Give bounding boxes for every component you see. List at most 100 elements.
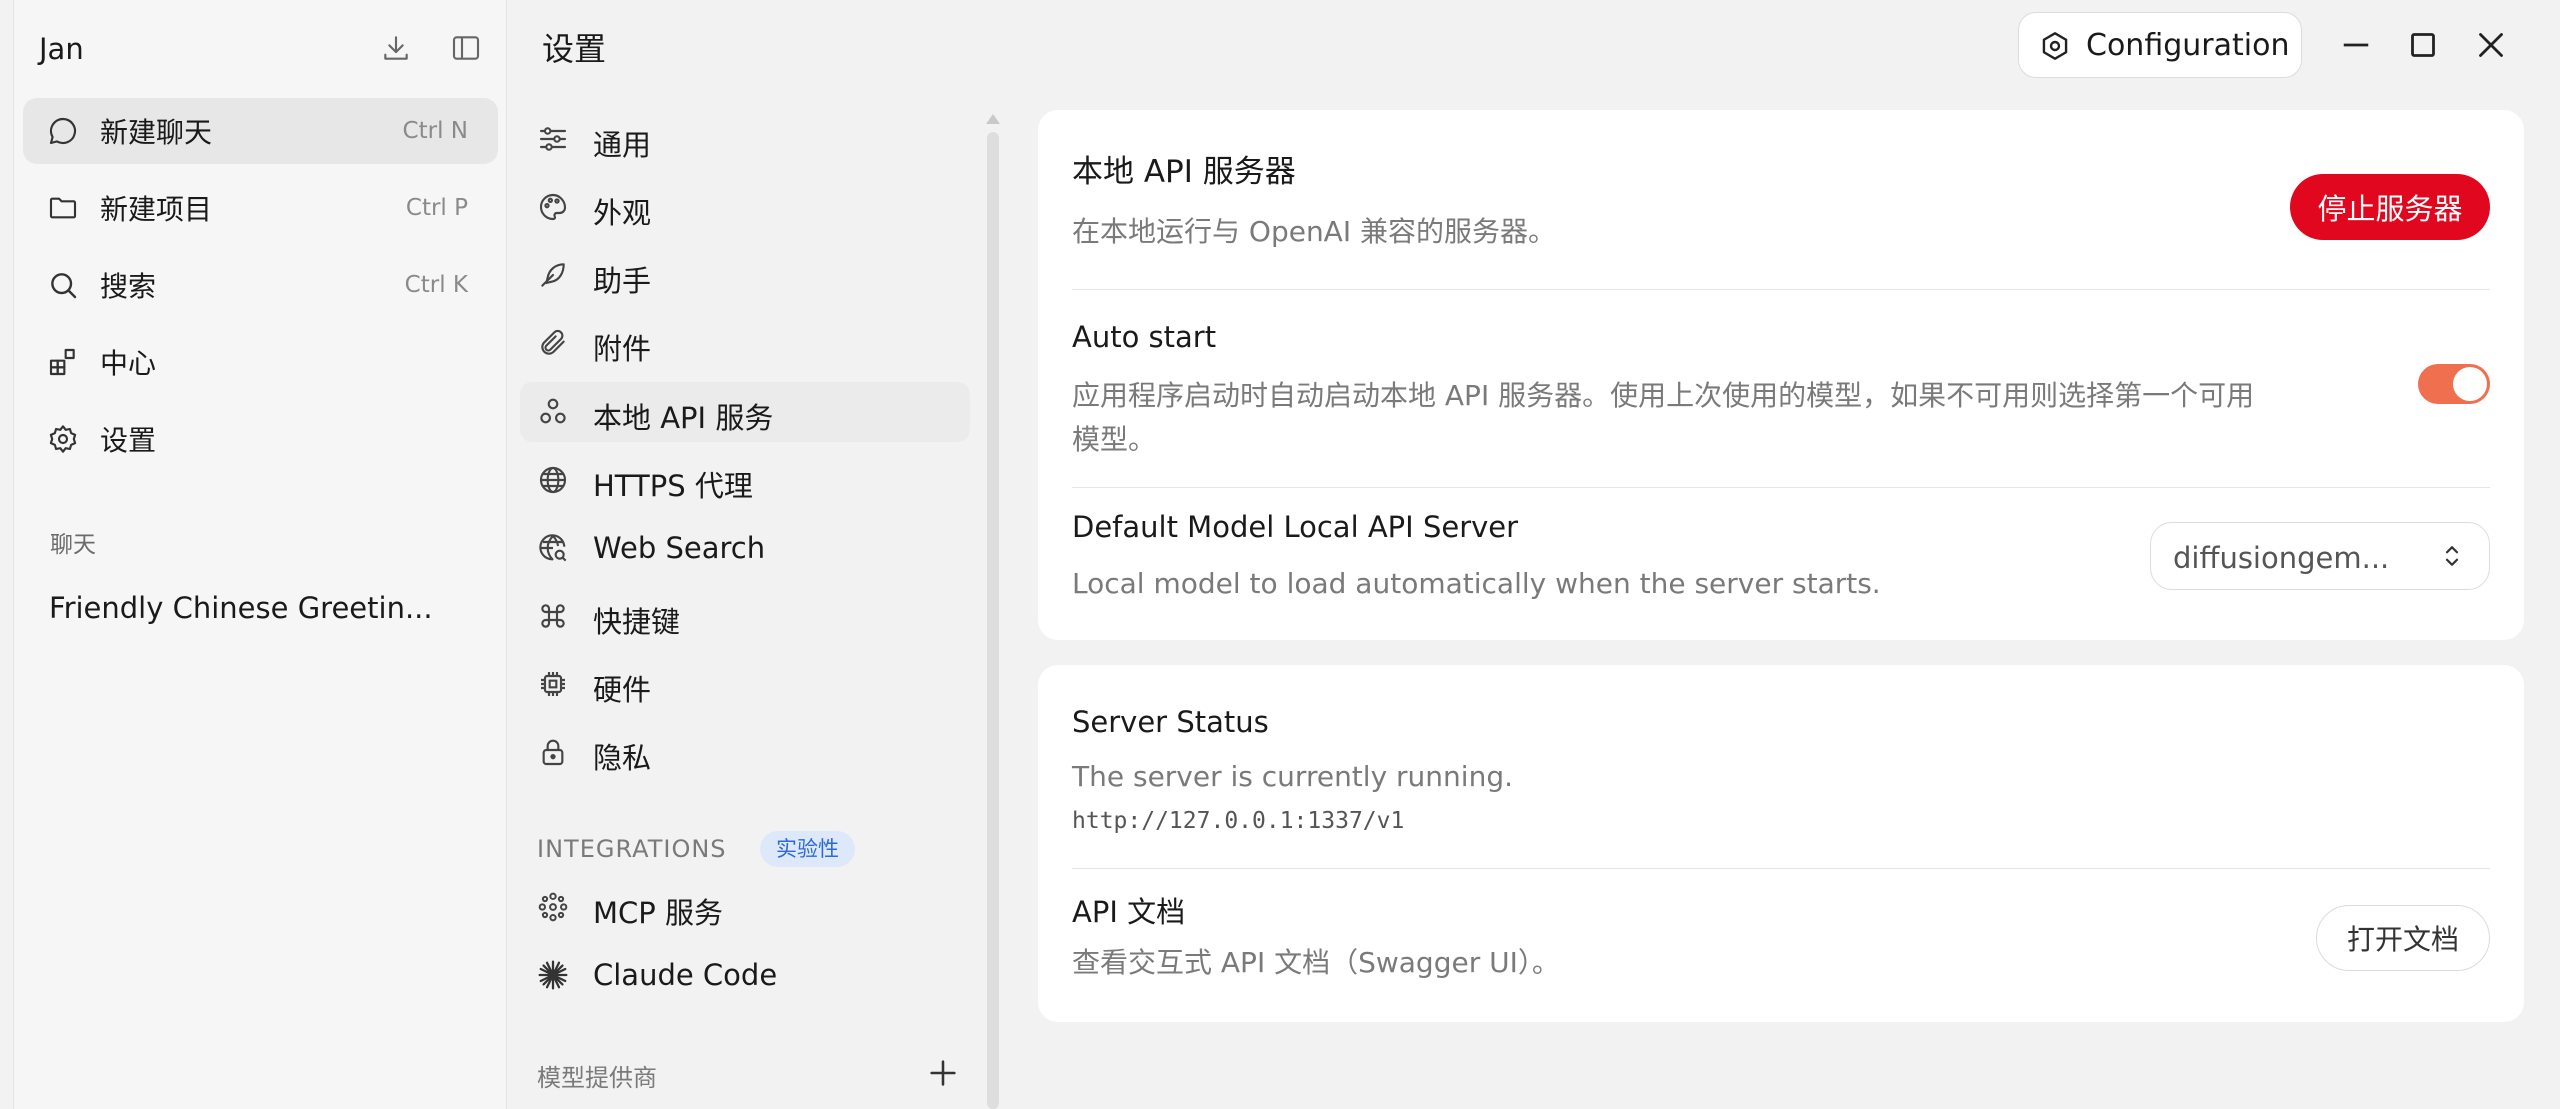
palette-icon [539, 193, 567, 221]
chat-bubble-icon [49, 117, 77, 145]
download-button[interactable] [374, 26, 418, 70]
menu-label: HTTPS 代理 [593, 469, 753, 503]
local-api-description: 在本地运行与 OpenAI 兼容的服务器。 [1072, 215, 1556, 248]
shortcut-hint: Ctrl P [405, 195, 468, 221]
chat-list-item[interactable]: Friendly Chinese Greetin... [49, 591, 433, 625]
lock-icon [542, 739, 564, 766]
gear-icon [49, 425, 77, 453]
globe-search-icon [539, 534, 567, 562]
nav-settings[interactable]: 设置 [23, 406, 498, 472]
menu-label: 隐私 [593, 741, 652, 775]
menu-label: 硬件 [593, 673, 652, 707]
divider [1072, 487, 2490, 488]
integrations-heading: INTEGRATIONS [537, 835, 727, 863]
configuration-label: Configuration [2086, 28, 2290, 63]
menu-item-shortcuts[interactable]: 快捷键 [520, 586, 970, 646]
paperclip-icon [541, 329, 565, 355]
nav-label: 新建项目 [100, 193, 213, 226]
auto-start-toggle[interactable] [2418, 364, 2490, 404]
menu-item-hardware[interactable]: 硬件 [520, 654, 970, 714]
menu-item-web-search[interactable]: Web Search [520, 518, 970, 578]
menu-label: Web Search [593, 531, 766, 565]
maximize-icon[interactable] [2402, 24, 2444, 66]
nav-label: 设置 [100, 424, 157, 457]
auto-start-description-cont: 模型。 [1072, 423, 1157, 456]
sidebar: Jan 新建聊天 Ctrl N 新建项目 Ctrl P 搜索 Ctrl K 中心… [13, 0, 507, 1109]
grid-hub-icon [49, 348, 75, 376]
app-name: Jan [39, 32, 84, 66]
hexagon-settings-icon [2042, 32, 2068, 60]
nav-label: 新建聊天 [100, 116, 213, 149]
local-api-server-card: 本地 API 服务器 在本地运行与 OpenAI 兼容的服务器。 停止服务器 A… [1038, 110, 2524, 640]
menu-item-general[interactable]: 通用 [520, 109, 970, 169]
close-icon[interactable] [2470, 24, 2512, 66]
app-window: Jan 新建聊天 Ctrl N 新建项目 Ctrl P 搜索 Ctrl K 中心… [0, 0, 2560, 1109]
menu-item-claude-code[interactable]: Claude Code [520, 945, 970, 1005]
menu-item-https-proxy[interactable]: HTTPS 代理 [520, 450, 970, 510]
menu-label: Claude Code [593, 958, 778, 992]
server-url: http://127.0.0.1:1337/v1 [1072, 808, 1405, 834]
nav-hub[interactable]: 中心 [23, 329, 498, 395]
menu-item-privacy[interactable]: 隐私 [520, 722, 970, 782]
local-api-title: 本地 API 服务器 [1072, 154, 1296, 190]
menu-label: 本地 API 服务 [593, 401, 774, 435]
search-icon [51, 273, 77, 299]
feather-icon [541, 263, 565, 287]
nav-label: 中心 [100, 347, 157, 380]
providers-heading: 模型提供商 [537, 1064, 657, 1092]
toggle-sidebar-button[interactable] [444, 26, 488, 70]
chevron-up-down-icon [2445, 546, 2459, 566]
menu-item-local-api[interactable]: 本地 API 服务 [520, 382, 970, 442]
nodes-icon [540, 398, 566, 424]
add-provider-icon[interactable] [926, 1056, 960, 1090]
selected-model: diffusiongem... [2173, 541, 2390, 575]
claude-star-icon [538, 960, 568, 990]
server-status-description: The server is currently running. [1072, 760, 1513, 793]
server-status-card: Server Status The server is currently ru… [1038, 665, 2524, 1022]
auto-start-title: Auto start [1072, 320, 1217, 354]
default-model-select[interactable]: diffusiongem... [2150, 522, 2490, 590]
default-model-description: Local model to load automatically when t… [1072, 567, 1881, 600]
menu-label: 快捷键 [593, 605, 681, 639]
default-model-title: Default Model Local API Server [1072, 510, 1519, 544]
stop-server-button[interactable]: 停止服务器 [2290, 174, 2490, 240]
scroll-up-arrow[interactable] [986, 114, 1000, 124]
toggle-knob [2453, 367, 2487, 401]
api-docs-description: 查看交互式 API 文档（Swagger UI）。 [1072, 946, 1560, 979]
globe-icon [539, 466, 567, 494]
configuration-button[interactable]: Configuration [2018, 12, 2302, 78]
api-docs-title: API 文档 [1072, 895, 1186, 929]
shortcut-hint: Ctrl K [404, 272, 468, 298]
menu-scrollbar[interactable] [987, 132, 999, 1109]
mcp-icon [538, 892, 568, 922]
menu-label: 通用 [593, 128, 652, 162]
auto-start-description: 应用程序启动时自动启动本地 API 服务器。使用上次使用的模型，如果不可用则选择… [1072, 379, 2255, 412]
open-docs-button[interactable]: 打开文档 [2316, 905, 2490, 971]
chats-section-title: 聊天 [50, 532, 96, 558]
command-key-icon [541, 604, 565, 628]
divider [1072, 868, 2490, 869]
chip-icon [541, 672, 565, 696]
experimental-badge: 实验性 [760, 831, 855, 867]
minimize-icon[interactable] [2335, 24, 2377, 66]
shortcut-hint: Ctrl N [402, 118, 468, 144]
nav-new-project[interactable]: 新建项目 Ctrl P [23, 175, 498, 241]
sidebar-panel-icon [452, 36, 480, 60]
menu-label: 助手 [593, 264, 652, 298]
menu-item-mcp[interactable]: MCP 服务 [520, 877, 970, 937]
sliders-icon [539, 127, 567, 151]
divider [1072, 289, 2490, 290]
menu-item-appearance[interactable]: 外观 [520, 177, 970, 237]
menu-item-assistant[interactable]: 助手 [520, 245, 970, 305]
page-title: 设置 [542, 30, 607, 68]
server-status-title: Server Status [1072, 705, 1269, 739]
menu-label: MCP 服务 [593, 896, 723, 930]
download-icon [384, 36, 408, 60]
menu-label: 外观 [593, 196, 652, 230]
menu-item-attachments[interactable]: 附件 [520, 313, 970, 373]
folder-icon [49, 197, 77, 219]
nav-search[interactable]: 搜索 Ctrl K [23, 252, 498, 318]
nav-label: 搜索 [100, 270, 157, 303]
menu-label: 附件 [593, 332, 652, 366]
nav-new-chat[interactable]: 新建聊天 Ctrl N [23, 98, 498, 164]
